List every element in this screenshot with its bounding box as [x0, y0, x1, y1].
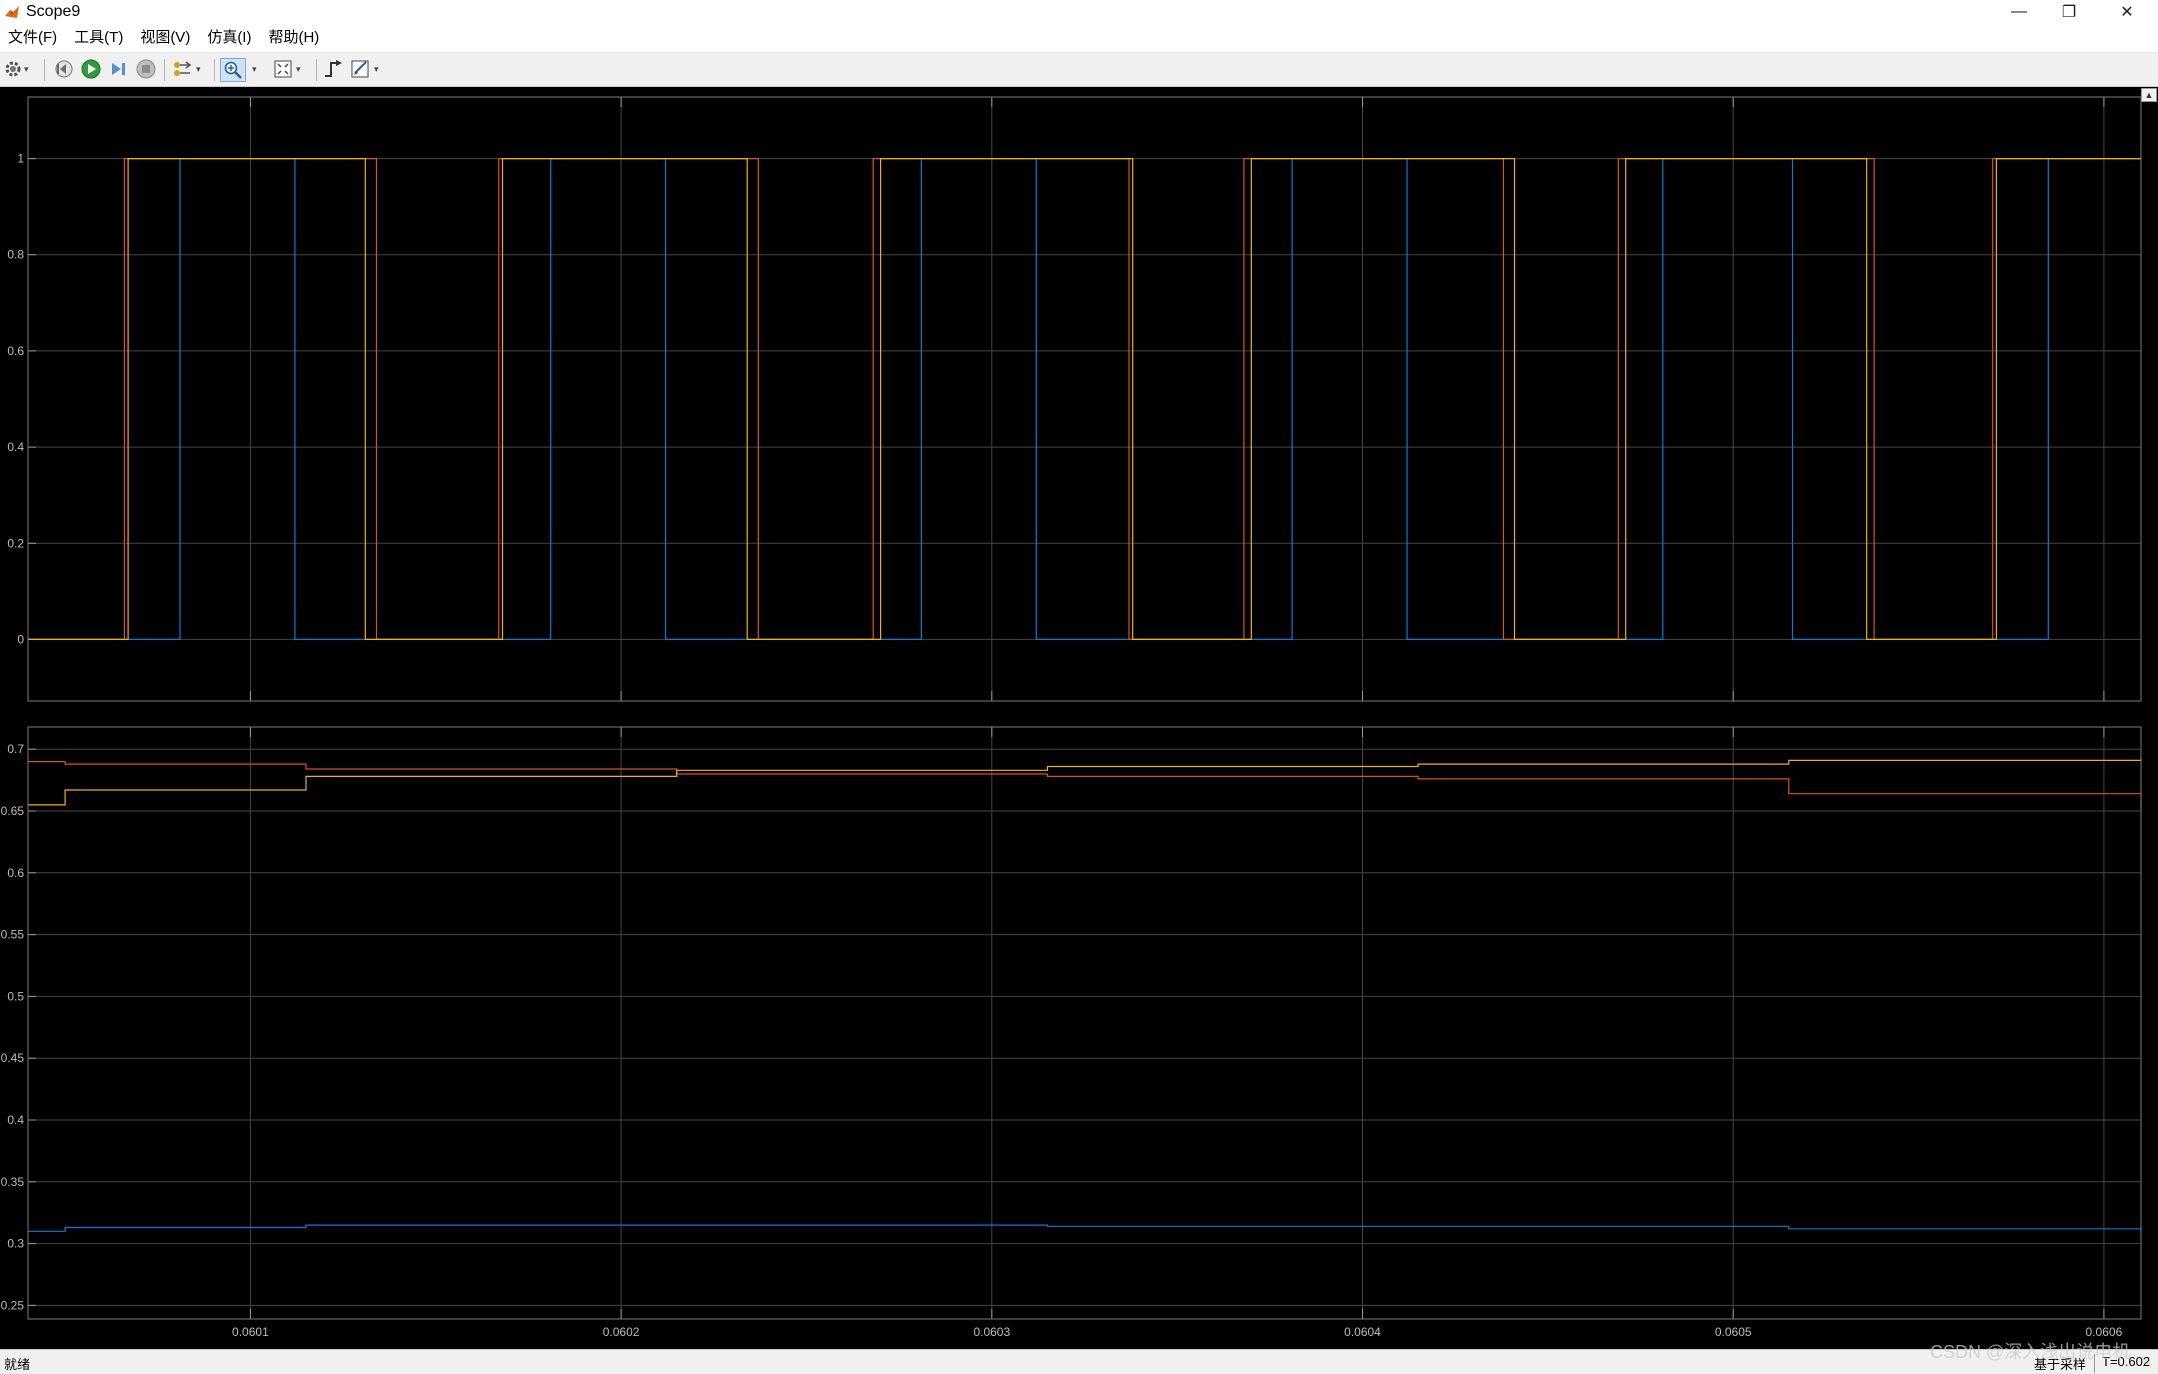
fit-view-button[interactable]: ▾ — [272, 58, 301, 80]
highlight-signals-button[interactable]: ▾ — [172, 58, 201, 80]
measurements-button[interactable]: ▾ — [350, 58, 379, 80]
x-tick-label: 0.0604 — [1344, 1325, 1381, 1339]
gear-icon — [5, 61, 21, 77]
y-tick-label: 0.3 — [7, 1237, 24, 1251]
settings-button[interactable]: ▾ — [4, 58, 29, 80]
menu-tools[interactable]: 工具(T) — [66, 24, 132, 52]
menu-help[interactable]: 帮助(H) — [260, 24, 328, 52]
y-tick-label: 0.8 — [7, 248, 24, 262]
y-tick-label: 0.35 — [1, 1175, 25, 1189]
x-tick-label: 0.0601 — [232, 1325, 269, 1339]
status-bar: 就绪 基于采样 T=0.602 — [0, 1349, 2158, 1374]
series-line-3 — [28, 158, 2141, 640]
trigger-icon — [325, 60, 342, 77]
series-line-1 — [28, 158, 2141, 640]
step-forward-button[interactable] — [107, 58, 129, 80]
y-tick-label: 0 — [17, 632, 24, 646]
scope-display[interactable]: 0 0.2 0.4 0.6 0.8 1 0.0601 0.0602 0.0603 0.0604 0.… — [0, 87, 2158, 1349]
toolbar: ▾ ▾ ▾ ▾ ▾ — [0, 53, 2158, 87]
watermark: CSDN @深入浅出说电机 — [1930, 1342, 2131, 1362]
step-back-button[interactable] — [52, 58, 74, 80]
y-tick-label: 0.5 — [7, 989, 24, 1003]
x-tick-label: 0.0605 — [1715, 1325, 1752, 1339]
y-tick-label: 0.6 — [7, 344, 24, 358]
x-tick-label: 0.0606 — [2086, 1325, 2123, 1339]
window-title: Scope9 — [26, 3, 81, 20]
step-back-icon — [55, 60, 73, 78]
axes-frame — [27, 726, 2142, 1320]
run-icon — [81, 59, 101, 79]
measurements-icon — [351, 60, 369, 78]
status-text: 就绪 — [4, 1357, 31, 1372]
menu-file[interactable]: 文件(F) — [0, 24, 66, 52]
stop-button[interactable] — [135, 58, 157, 80]
highlight-signals-icon — [174, 61, 192, 76]
y-tick-label: 0.25 — [1, 1298, 25, 1312]
zoom-in-icon — [224, 61, 242, 79]
y-tick-label: 0.65 — [1, 804, 25, 818]
title-bar: Scope9 — ❐ ✕ — [0, 0, 2158, 24]
series-line-3 — [28, 1224, 2142, 1233]
matlab-logo-icon — [5, 6, 19, 18]
close-button[interactable]: ✕ — [2098, 0, 2156, 24]
menu-simulation[interactable]: 仿真(I) — [199, 24, 260, 52]
y-tick-label: 0.6 — [7, 866, 24, 880]
scope-plots[interactable]: 0 0.2 0.4 0.6 0.8 1 0.0601 0.0602 0.0603 0.0604 0.… — [0, 87, 2158, 1349]
step-forward-icon — [112, 63, 125, 75]
series-line-1 — [28, 761, 2142, 810]
y-tick-label: 0.2 — [7, 536, 24, 550]
menu-view[interactable]: 视图(V) — [132, 24, 199, 52]
run-button[interactable] — [80, 58, 102, 80]
restore-button[interactable]: ❐ — [2040, 0, 2098, 24]
y-tick-label: 0.45 — [1, 1051, 25, 1065]
y-tick-label: 0.4 — [7, 1113, 24, 1127]
zoom-dropdown[interactable]: ▾ — [250, 58, 257, 80]
y-tick-label: 1 — [17, 152, 24, 166]
y-tick-label: 0.7 — [7, 742, 24, 756]
x-tick-label: 0.0602 — [603, 1325, 640, 1339]
scroll-up-button[interactable]: ▲ — [2141, 88, 2157, 102]
fit-view-icon — [274, 60, 292, 78]
axes-frame — [27, 96, 2142, 702]
menu-bar: 文件(F) 工具(T) 视图(V) 仿真(I) 帮助(H) ⬎ — [0, 24, 2158, 69]
x-tick-label: 0.0603 — [973, 1325, 1010, 1339]
stop-icon — [136, 59, 156, 79]
y-tick-label: 0.4 — [7, 440, 24, 454]
y-tick-label: 0.55 — [1, 928, 25, 942]
series-line-2 — [28, 158, 2141, 640]
series-line-2 — [28, 757, 2142, 806]
trigger-button[interactable] — [322, 58, 344, 80]
zoom-in-button[interactable] — [220, 58, 246, 82]
